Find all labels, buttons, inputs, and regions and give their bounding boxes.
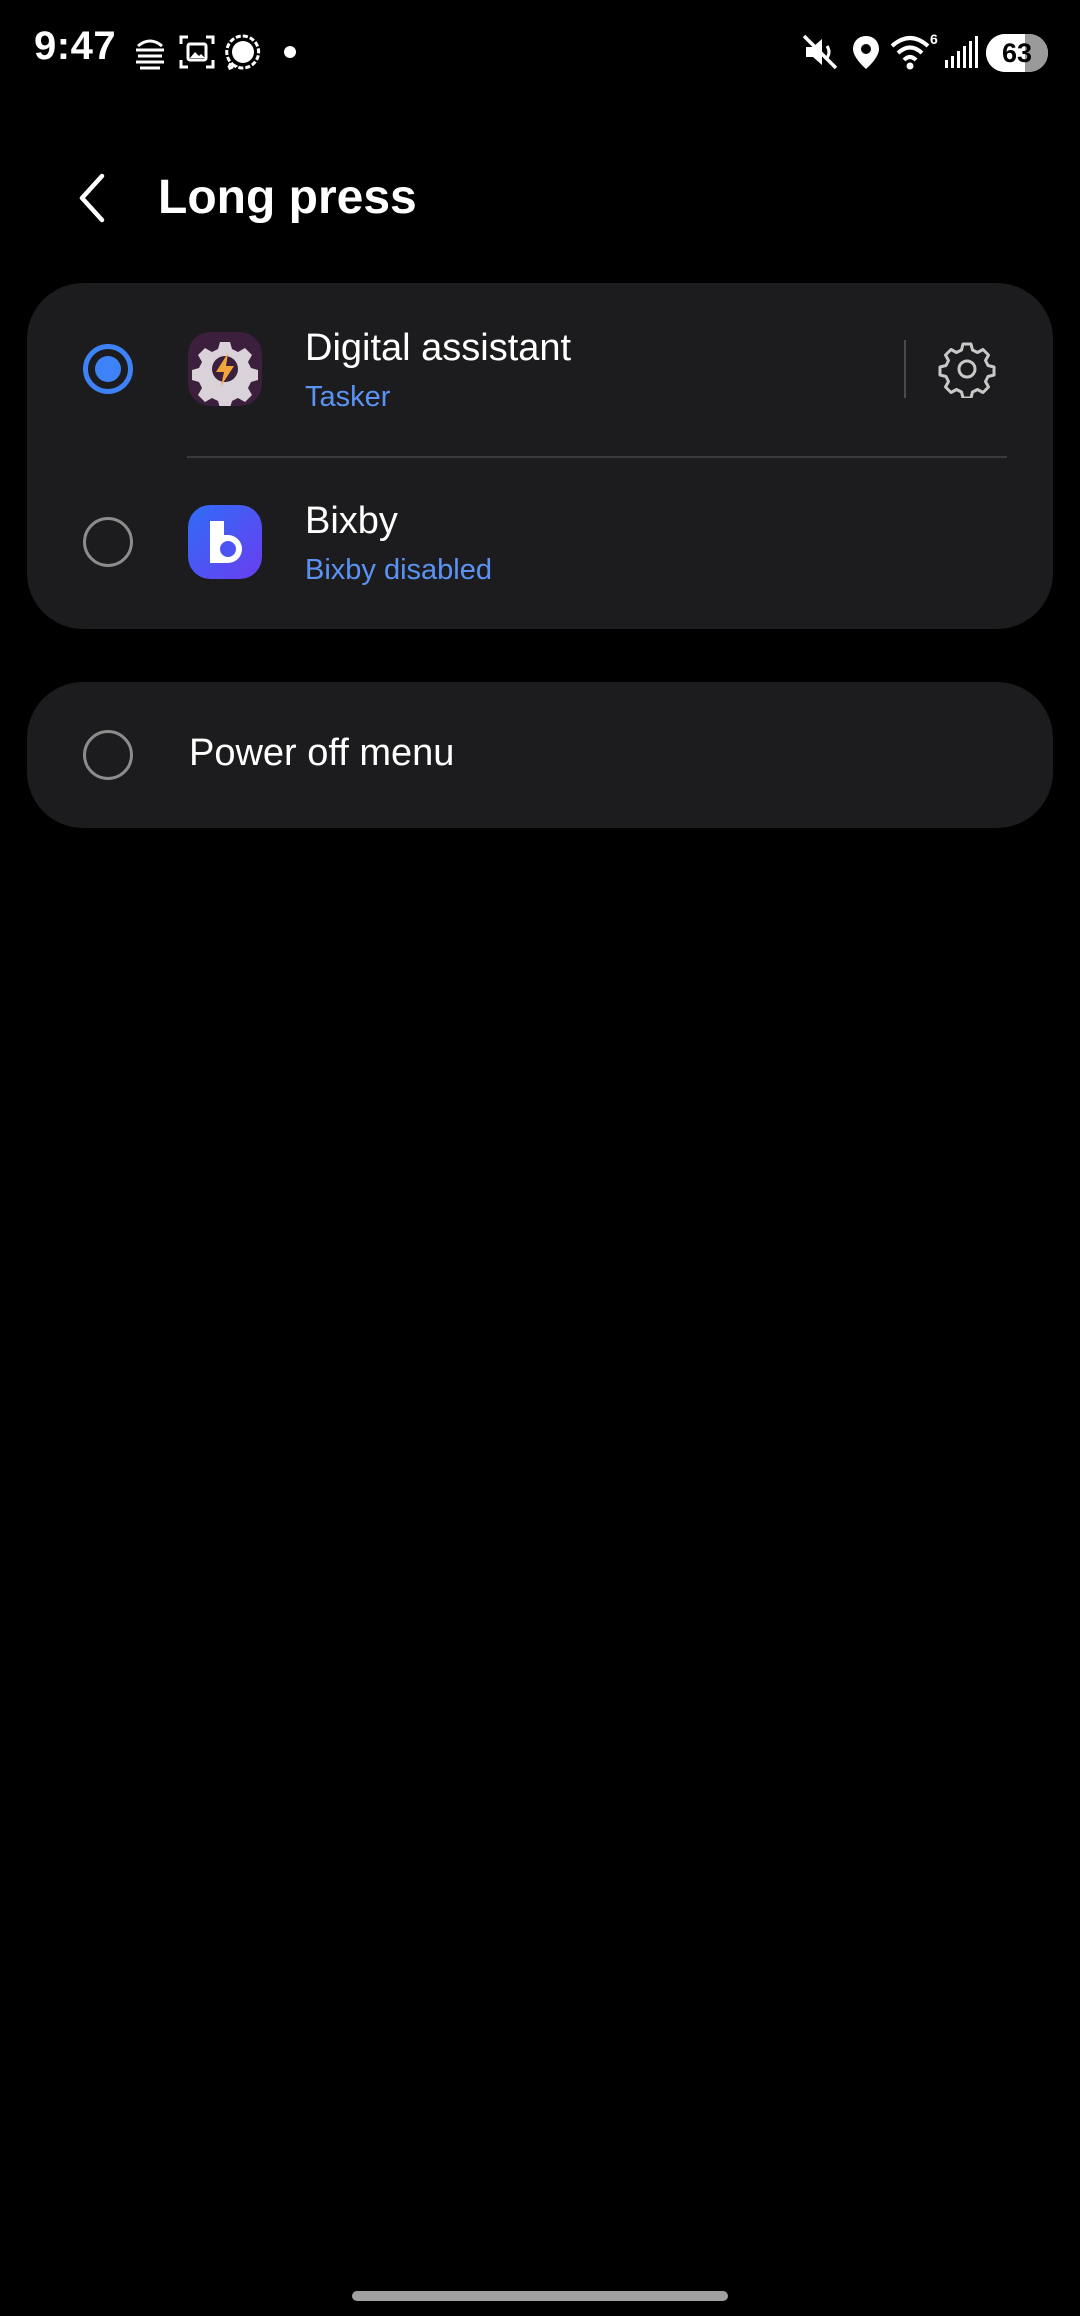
wifi-icon: 6 — [890, 32, 938, 70]
signal-messenger-icon — [224, 34, 261, 72]
radio-power-off-menu[interactable] — [83, 730, 133, 780]
notification-app-icon — [136, 39, 164, 70]
more-dot-icon — [284, 46, 296, 58]
power-off-card: Power off menu — [27, 682, 1053, 828]
battery-icon: 63 — [986, 34, 1048, 72]
screenshot-icon — [179, 35, 215, 69]
radio-digital-assistant[interactable] — [83, 344, 133, 394]
assistant-options-card: Digital assistant Tasker Bixby Bixby dis… — [27, 283, 1053, 629]
tasker-app-icon — [188, 332, 262, 406]
location-icon — [853, 36, 879, 69]
digital-assistant-subtitle: Tasker — [305, 381, 391, 413]
bixby-title: Bixby — [305, 500, 398, 542]
svg-text:6: 6 — [930, 32, 938, 47]
back-button[interactable] — [60, 160, 124, 236]
settings-divider — [904, 340, 906, 398]
option-bixby[interactable]: Bixby Bixby disabled — [27, 458, 1053, 629]
bixby-app-icon — [188, 505, 262, 579]
option-digital-assistant[interactable]: Digital assistant Tasker — [27, 283, 1053, 457]
bixby-subtitle: Bixby disabled — [305, 554, 492, 586]
status-bar: 9:47 6 63 — [0, 0, 1080, 104]
status-time: 9:47 — [34, 24, 117, 68]
power-off-menu-title: Power off menu — [189, 732, 455, 774]
radio-bixby[interactable] — [83, 517, 133, 567]
assistant-settings-button[interactable] — [933, 335, 1001, 403]
mute-icon — [802, 34, 838, 70]
digital-assistant-title: Digital assistant — [305, 327, 572, 369]
option-power-off-menu[interactable]: Power off menu — [27, 682, 1053, 828]
battery-level: 63 — [1001, 38, 1033, 68]
page-title: Long press — [158, 171, 417, 224]
gear-icon — [938, 342, 996, 398]
cell-signal-icon — [945, 36, 978, 68]
chevron-left-icon — [79, 173, 105, 223]
gesture-nav-handle[interactable] — [352, 2291, 728, 2301]
